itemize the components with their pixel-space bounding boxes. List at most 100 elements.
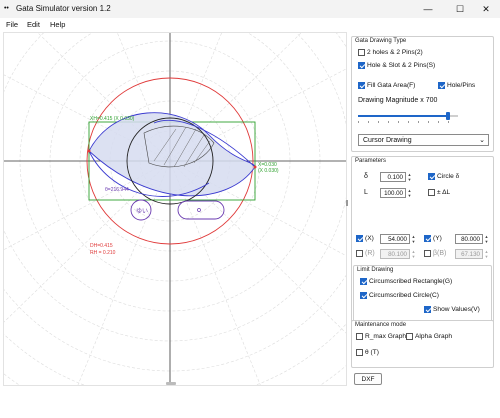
show-values-label: Show Values(V) (433, 306, 480, 313)
beta-label: β(B) (433, 250, 447, 257)
option-alpha[interactable]: Alpha Graph (406, 333, 452, 340)
r-input[interactable]: 80.100 (380, 249, 410, 259)
checkbox-show-values[interactable] (424, 306, 431, 313)
group-maintenance: Maintenance mode R_max Graph Alpha Graph… (351, 320, 494, 368)
option-2holes[interactable]: 2 holes & 2 Pins(2) (358, 49, 423, 56)
option-r[interactable]: (R) (356, 250, 375, 257)
slot-center (197, 208, 201, 212)
checkbox-rect[interactable] (360, 278, 367, 285)
option-hole-slot-label: Hole & Slot & 2 Pins(S) (367, 62, 436, 69)
title-bar: • • Gata Simulator version 1.2 — ☐ ✕ (0, 0, 500, 18)
option-beta[interactable]: β(B) (424, 250, 446, 257)
resize-grip[interactable] (166, 382, 176, 385)
checkbox-circle-delta[interactable] (428, 173, 435, 180)
checkbox-r[interactable] (356, 250, 363, 257)
control-panel: Gata Drawing Type 2 holes & 2 Pins(2) Ho… (350, 32, 496, 392)
ref-point-left (87, 149, 91, 153)
beta-input[interactable]: 67.130 (455, 249, 483, 259)
gata-area (88, 112, 256, 197)
option-pm-dl[interactable]: ± ΔL (428, 189, 450, 196)
drawing-mode-value: Cursor Drawing (363, 137, 412, 144)
x-label: (X) (365, 235, 374, 242)
checkbox-x[interactable] (356, 235, 363, 242)
app-icon: • • (4, 5, 9, 12)
alpha-label: Alpha Graph (415, 333, 453, 340)
r-label: (R) (365, 250, 375, 257)
menu-file[interactable]: File (6, 20, 18, 29)
option-holepins[interactable]: Hole/Pins (438, 82, 475, 89)
checkbox-hole-slot[interactable] (358, 62, 365, 69)
drawing-mode-select[interactable]: Cursor Drawing ⌄ (358, 134, 489, 146)
magnitude-slider[interactable] (358, 111, 458, 123)
checkbox-rmax[interactable] (356, 333, 363, 340)
maintenance-title: Maintenance mode (355, 322, 407, 328)
checkbox-2holes[interactable] (358, 49, 365, 56)
L-symbol: L (364, 189, 368, 196)
rect-label: Circumscribed Rectangle(G) (369, 278, 453, 285)
dxf-button[interactable]: DXF (354, 373, 382, 385)
minimize-button[interactable]: — (418, 2, 438, 16)
checkbox-theta[interactable] (356, 349, 363, 356)
label-rh: RH = 0.210 (90, 250, 116, 256)
limit-title: Limit Drawing (357, 267, 394, 273)
group-limit-drawing: Limit Drawing Circumscribed Rectangle(G)… (353, 265, 492, 322)
delta-input[interactable]: 0.100 (380, 172, 406, 182)
option-fill-label: Fill Gata Area(F) (367, 82, 416, 89)
option-show-values[interactable]: Show Values(V) (424, 306, 480, 313)
option-y[interactable]: (Y) (424, 235, 442, 242)
drawing-canvas[interactable]: XH=0.415 (X 0.030) X=0.030 (X 0.030) θ=2… (3, 32, 347, 386)
delta-symbol: δ (364, 173, 368, 180)
checkbox-holepins[interactable] (438, 82, 445, 89)
x-input[interactable]: 54.000 (380, 234, 410, 244)
L-spinner[interactable]: ▲ ▼ (407, 188, 412, 198)
checkbox-y[interactable] (424, 235, 431, 242)
theta-label: θ (T) (365, 349, 379, 356)
slot-shape (177, 200, 225, 220)
checkbox-alpha[interactable] (406, 333, 413, 340)
polar-grid (4, 33, 346, 385)
r-spinner[interactable]: ▲ ▼ (411, 249, 416, 259)
gata-drawing (4, 33, 346, 385)
y-input[interactable]: 80.000 (455, 234, 483, 244)
delta-spinner[interactable]: ▲ ▼ (407, 172, 412, 182)
label-xh: XH=0.415 (X 0.030) (90, 116, 135, 122)
option-2holes-label: 2 holes & 2 Pins(2) (367, 49, 423, 56)
checkbox-beta[interactable] (424, 250, 431, 257)
option-fill[interactable]: Fill Gata Area(F) (358, 82, 415, 89)
menu-help[interactable]: Help (50, 20, 65, 29)
circle-delta-label: Circle δ (437, 173, 460, 180)
rmax-label: R_max Graph (365, 333, 407, 340)
maximize-button[interactable]: ☐ (450, 2, 470, 16)
label-dh: DH=0.415 (90, 243, 113, 249)
option-theta[interactable]: θ (T) (356, 349, 379, 356)
option-circle[interactable]: Circumscribed Circle(C) (360, 292, 439, 299)
pm-dl-label: ± ΔL (437, 189, 451, 196)
parameters-title: Parameters (355, 158, 387, 164)
option-rmax[interactable]: R_max Graph (356, 333, 406, 340)
label-angle: θ=216.944 (105, 187, 129, 193)
gata-type-title: Gata Drawing Type (355, 38, 407, 44)
magnitude-label: Drawing Magnitude x 700 (358, 97, 438, 104)
label-pin: ゆい (136, 209, 149, 215)
menu-edit[interactable]: Edit (27, 20, 40, 29)
circle-label: Circumscribed Circle(C) (369, 292, 439, 299)
close-button[interactable]: ✕ (476, 2, 496, 16)
label-right-2: (X 0.030) (258, 168, 279, 174)
checkbox-fill[interactable] (358, 82, 365, 89)
x-spinner[interactable]: ▲ ▼ (411, 234, 416, 244)
ref-point-right (253, 165, 257, 169)
L-input[interactable]: 100.00 (380, 188, 406, 198)
group-parameters: Parameters δ 0.100 ▲ ▼ Circle δ L 100.00 … (351, 156, 494, 324)
y-spinner[interactable]: ▲ ▼ (484, 234, 489, 244)
group-gata-type: Gata Drawing Type 2 holes & 2 Pins(2) Ho… (351, 36, 494, 152)
checkbox-circle[interactable] (360, 292, 367, 299)
option-hole-slot[interactable]: Hole & Slot & 2 Pins(S) (358, 62, 435, 69)
option-circle-delta[interactable]: Circle δ (428, 173, 459, 180)
option-x[interactable]: (X) (356, 235, 374, 242)
chevron-down-icon: ⌄ (479, 137, 485, 144)
checkbox-pm-dl[interactable] (428, 189, 435, 196)
option-rect[interactable]: Circumscribed Rectangle(G) (360, 278, 452, 285)
splitter-handle[interactable] (346, 200, 348, 206)
beta-spinner[interactable]: ▲ ▼ (484, 249, 489, 259)
option-holepins-label: Hole/Pins (447, 82, 476, 89)
